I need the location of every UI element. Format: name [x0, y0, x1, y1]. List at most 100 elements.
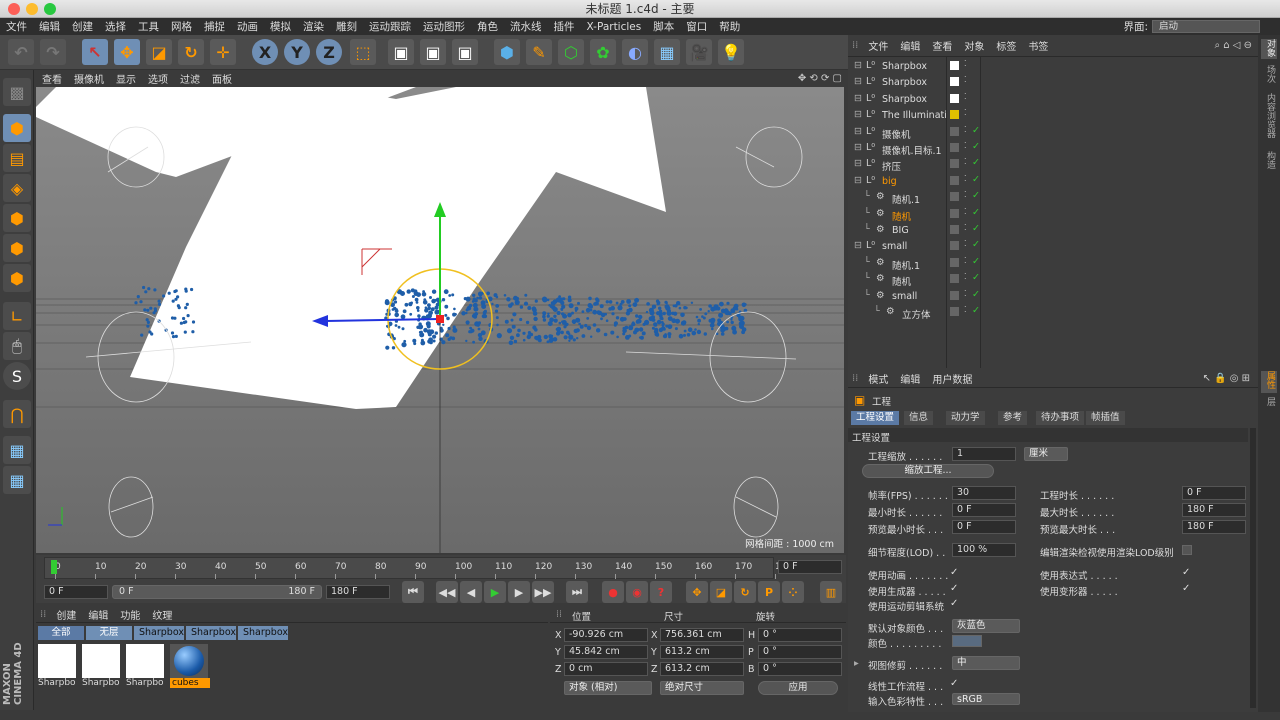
object-name[interactable]: BIG [892, 225, 909, 236]
rot-h-field[interactable]: 0 ° [758, 628, 842, 642]
layer-color-swatch[interactable] [950, 307, 959, 316]
key-position-icon[interactable]: ✥ [686, 581, 708, 603]
min-time-field[interactable]: 0 F [952, 503, 1016, 517]
mat-menu-function[interactable]: 功能 [114, 607, 146, 622]
visibility-dots-icon[interactable]: ⁚ [964, 108, 967, 117]
max-time-field[interactable]: 180 F [1182, 503, 1246, 517]
coord-mode-dropdown[interactable]: 对象 (相对) [564, 681, 652, 695]
workplane-mode-icon[interactable]: ◈ [3, 174, 31, 202]
object-name[interactable]: small [882, 241, 907, 252]
visibility-dots-icon[interactable]: ⁚ [964, 141, 967, 150]
hierarchy-toggle-icon[interactable]: ⊟ [854, 93, 862, 104]
hierarchy-toggle-icon[interactable]: └ [864, 208, 870, 219]
range-slider[interactable]: 0 F 180 F [112, 585, 322, 599]
visibility-dots-icon[interactable]: ⁚ [964, 207, 967, 216]
layer-color-swatch[interactable] [950, 208, 959, 218]
mat-filter-sharpbox[interactable]: Sharpbox [134, 626, 184, 640]
object-row[interactable]: ⊟ L⁰ Sharpbox ⁚ [848, 91, 1258, 107]
pos-y-field[interactable]: 45.842 cm [564, 645, 648, 659]
menu-script[interactable]: 脚本 [647, 19, 680, 34]
obj-menu-edit[interactable]: 编辑 [894, 38, 926, 53]
duration-field[interactable]: 0 F [1182, 486, 1246, 500]
mat-filter-sharpbox[interactable]: Sharpbox [238, 626, 288, 640]
visibility-dots-icon[interactable]: ⁚ [964, 190, 967, 199]
attr-nav-icon[interactable]: ↖ 🔒 ◎ ⊞ [1203, 373, 1258, 384]
enabled-check-icon[interactable]: ✓ [972, 256, 980, 267]
use-animation-checkbox[interactable]: ✓ [950, 568, 960, 578]
enable-axis-icon[interactable]: ∟ [3, 302, 31, 330]
menu-xparticles[interactable]: X-Particles [581, 21, 648, 33]
render-view-icon[interactable]: ▣ [388, 39, 414, 65]
last-tool-icon[interactable]: ✛ [210, 39, 236, 65]
interface-layout-dropdown[interactable]: 启动 [1152, 20, 1260, 33]
undo-icon[interactable]: ↶ [8, 39, 34, 65]
cloner-icon[interactable]: ✿ [590, 39, 616, 65]
object-name[interactable]: 挤压 [882, 159, 901, 173]
hierarchy-toggle-icon[interactable]: ⊟ [854, 142, 862, 153]
subdivision-surface-icon[interactable]: ⬡ [558, 39, 584, 65]
attr-menu-edit[interactable]: 编辑 [894, 371, 926, 386]
object-row[interactable]: ⊟ L⁰ 摄像机.目标.1 ⁚ ✓ [848, 140, 1258, 157]
enabled-check-icon[interactable]: ✓ [972, 190, 980, 201]
pos-z-field[interactable]: 0 cm [564, 662, 648, 676]
attr-scrollbar[interactable] [1250, 428, 1256, 708]
material-item[interactable]: Sharpbo [38, 644, 78, 692]
hierarchy-toggle-icon[interactable]: └ [864, 224, 870, 235]
side-tab-layers[interactable]: 层 [1261, 397, 1277, 413]
make-editable-icon[interactable]: ▩ [3, 78, 31, 106]
visibility-dots-icon[interactable]: ⁚ [964, 59, 967, 68]
planar-workplane-icon[interactable]: ▦ [3, 466, 31, 494]
x-axis-lock-icon[interactable]: X [252, 39, 278, 65]
object-name[interactable]: 摄像机.目标.1 [882, 143, 942, 157]
menu-plugins[interactable]: 插件 [548, 19, 581, 34]
material-item[interactable]: cubes [170, 644, 210, 692]
tweak-mode-icon[interactable]: 🖱 [3, 332, 31, 360]
use-expressions-checkbox[interactable]: ✓ [1182, 568, 1192, 578]
3d-viewport[interactable]: 网格间距 : 1000 cm [36, 87, 844, 553]
object-search-icon[interactable]: ⌕ ⌂ ◁ ⊖ [1214, 40, 1258, 51]
view-clipping-dropdown[interactable]: 中 [952, 656, 1020, 670]
obj-menu-view[interactable]: 查看 [926, 38, 958, 53]
side-tab-structure[interactable]: 构造 [1261, 151, 1277, 173]
hierarchy-toggle-icon[interactable]: └ [864, 290, 870, 301]
enabled-check-icon[interactable]: ✓ [972, 272, 980, 283]
edit-render-settings-icon[interactable]: ▣ [452, 39, 478, 65]
preview-min-field[interactable]: 0 F [952, 520, 1016, 534]
layer-color-swatch[interactable] [950, 290, 959, 300]
layer-color-swatch[interactable] [950, 110, 959, 120]
layer-color-swatch[interactable] [950, 257, 959, 267]
layer-color-swatch[interactable] [950, 274, 959, 284]
object-row[interactable]: └ ⚙ 随机.1 ⁚ ✓ [848, 255, 1258, 272]
object-row[interactable]: └ ⚙ small ⁚ ✓ [848, 288, 1258, 304]
cube-object-icon[interactable]: ⬢ [494, 39, 520, 65]
texture-mode-icon[interactable]: ▤ [3, 144, 31, 172]
end-frame-field[interactable]: 180 F [326, 585, 390, 599]
visibility-dots-icon[interactable]: ⁚ [964, 157, 967, 166]
obj-menu-tags[interactable]: 标签 [990, 38, 1022, 53]
enabled-check-icon[interactable]: ✓ [972, 207, 980, 218]
locked-workplane-icon[interactable]: ▦ [3, 436, 31, 464]
project-scale-field[interactable]: 1 [952, 447, 1016, 461]
menu-sculpt[interactable]: 雕刻 [330, 19, 363, 34]
material-item[interactable]: Sharpbo [126, 644, 166, 692]
floor-icon[interactable]: ▦ [654, 39, 680, 65]
fps-field[interactable]: 30 [952, 486, 1016, 500]
object-name[interactable]: big [882, 176, 897, 187]
layer-color-swatch[interactable] [950, 143, 959, 152]
vp-menu-options[interactable]: 选项 [142, 71, 174, 86]
side-tab-takes[interactable]: 场次 [1261, 65, 1277, 87]
magnet-icon[interactable]: ⋂ [3, 400, 31, 428]
attr-menu-userdata[interactable]: 用户数据 [926, 371, 978, 386]
mat-menu-edit[interactable]: 编辑 [82, 607, 114, 622]
obj-menu-file[interactable]: 文件 [862, 38, 894, 53]
menu-animate[interactable]: 动画 [231, 19, 264, 34]
pen-spline-icon[interactable]: ✎ [526, 39, 552, 65]
rotate-tool-icon[interactable]: ↻ [178, 39, 204, 65]
size-x-field[interactable]: 756.361 cm [660, 628, 744, 642]
default-color-dropdown[interactable]: 灰蓝色 [952, 619, 1020, 633]
obj-menu-bookmarks[interactable]: 书签 [1022, 38, 1054, 53]
use-generators-checkbox[interactable]: ✓ [950, 584, 960, 594]
polygons-mode-icon[interactable]: ⬢ [3, 264, 31, 292]
mat-menu-create[interactable]: 创建 [50, 607, 82, 622]
menu-tools[interactable]: 工具 [132, 19, 165, 34]
